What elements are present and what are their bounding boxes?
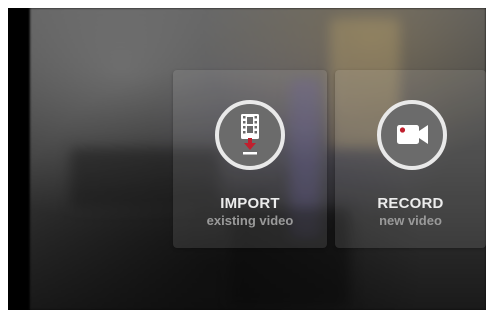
import-video-button[interactable]: IMPORT existing video — [173, 70, 327, 248]
record-subtitle: new video — [379, 213, 442, 228]
film-import-icon — [241, 114, 259, 155]
record-video-button[interactable]: RECORD new video — [335, 70, 486, 248]
record-icon-circle[interactable] — [377, 100, 447, 170]
import-title: IMPORT — [220, 195, 280, 212]
camera-screen: IMPORT existing video RECORD new video — [8, 8, 486, 310]
record-title: RECORD — [377, 195, 444, 212]
screenshot-frame: IMPORT existing video RECORD new video — [0, 0, 486, 313]
import-subtitle: existing video — [206, 213, 294, 228]
import-icon-circle[interactable] — [215, 100, 285, 170]
left-edge-bar — [8, 8, 30, 310]
video-camera-icon — [397, 125, 428, 144]
